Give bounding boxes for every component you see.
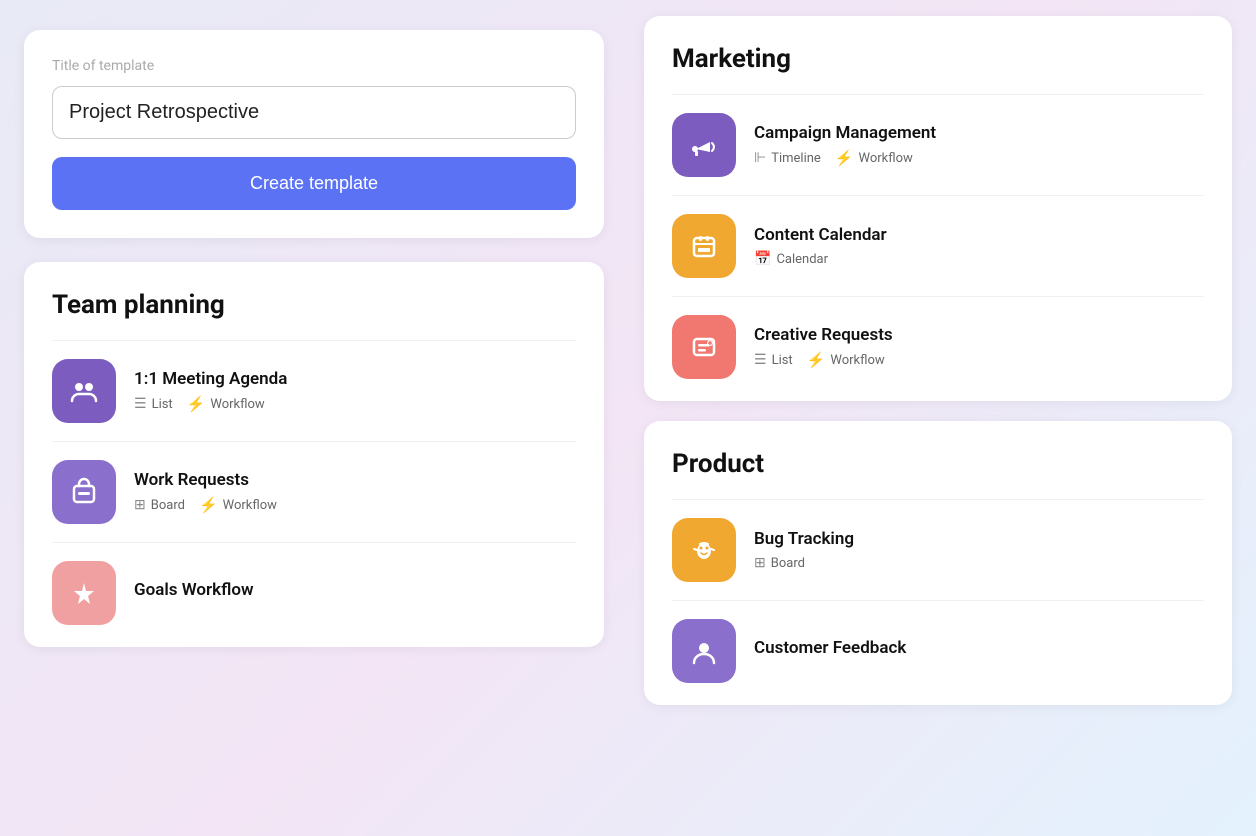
list-item[interactable]: Creative Requests ☰ List ⚡ Workflow	[672, 296, 1204, 401]
list-tag: ☰ List	[134, 396, 173, 412]
right-panel: Marketing Campaign Management	[628, 0, 1256, 836]
bug-tracking-tags: ⊞ Board	[754, 555, 1204, 571]
lightning-icon: ⚡	[199, 496, 218, 514]
list-icon: ☰	[134, 396, 147, 412]
work-requests-icon	[52, 460, 116, 524]
bug-tracking-name: Bug Tracking	[754, 529, 1204, 549]
left-panel: Title of template Create template Team p…	[0, 0, 628, 836]
work-requests-tags: ⊞ Board ⚡ Workflow	[134, 496, 576, 514]
campaign-mgmt-name: Campaign Management	[754, 123, 1204, 143]
meeting-agenda-icon	[52, 359, 116, 423]
list-item[interactable]: Work Requests ⊞ Board ⚡ Workflow	[52, 441, 576, 542]
campaign-mgmt-tags: ⊩ Timeline ⚡ Workflow	[754, 149, 1204, 167]
marketing-title: Marketing	[672, 44, 1204, 74]
meeting-agenda-name: 1:1 Meeting Agenda	[134, 369, 576, 389]
product-card: Product	[644, 421, 1232, 705]
board-tag: ⊞ Board	[754, 555, 805, 571]
meeting-agenda-tags: ☰ List ⚡ Workflow	[134, 395, 576, 413]
marketing-card: Marketing Campaign Management	[644, 16, 1232, 401]
board-icon: ⊞	[134, 497, 146, 513]
list-item[interactable]: Customer Feedback	[672, 600, 1204, 705]
workflow-tag: ⚡ Workflow	[807, 351, 885, 369]
template-form-label: Title of template	[52, 58, 576, 74]
bug-tracking-info: Bug Tracking ⊞ Board	[754, 529, 1204, 571]
list-item[interactable]: Goals Workflow	[52, 542, 576, 647]
workflow-tag: ⚡ Workflow	[187, 395, 265, 413]
product-list: Bug Tracking ⊞ Board	[672, 499, 1204, 705]
customer-feedback-name: Customer Feedback	[754, 638, 1204, 658]
timeline-tag: ⊩ Timeline	[754, 150, 821, 166]
team-planning-title: Team planning	[52, 290, 576, 320]
marketing-list: Campaign Management ⊩ Timeline ⚡ Workflo…	[672, 94, 1204, 401]
work-requests-info: Work Requests ⊞ Board ⚡ Workflow	[134, 470, 576, 514]
creative-requests-icon	[672, 315, 736, 379]
workflow-tag: ⚡ Workflow	[835, 149, 913, 167]
bug-tracking-icon	[672, 518, 736, 582]
list-tag: ☰ List	[754, 352, 793, 368]
create-template-button[interactable]: Create template	[52, 157, 576, 210]
creative-requests-info: Creative Requests ☰ List ⚡ Workflow	[754, 325, 1204, 369]
team-planning-list: 1:1 Meeting Agenda ☰ List ⚡ Workflow	[52, 340, 576, 647]
template-title-input[interactable]	[52, 86, 576, 139]
timeline-icon: ⊩	[754, 150, 766, 166]
list-item[interactable]: 1:1 Meeting Agenda ☰ List ⚡ Workflow	[52, 340, 576, 441]
creative-requests-tags: ☰ List ⚡ Workflow	[754, 351, 1204, 369]
goals-workflow-name: Goals Workflow	[134, 580, 576, 600]
list-item[interactable]: Bug Tracking ⊞ Board	[672, 499, 1204, 600]
lightning-icon: ⚡	[187, 395, 206, 413]
creative-requests-name: Creative Requests	[754, 325, 1204, 345]
customer-feedback-icon	[672, 619, 736, 683]
template-form-card: Title of template Create template	[24, 30, 604, 238]
calendar-tag: 📅 Calendar	[754, 251, 828, 267]
board-tag: ⊞ Board	[134, 497, 185, 513]
list-item[interactable]: Content Calendar 📅 Calendar	[672, 195, 1204, 296]
goals-workflow-info: Goals Workflow	[134, 580, 576, 606]
calendar-icon: 📅	[754, 251, 771, 267]
content-calendar-info: Content Calendar 📅 Calendar	[754, 225, 1204, 267]
customer-feedback-info: Customer Feedback	[754, 638, 1204, 664]
content-calendar-icon	[672, 214, 736, 278]
meeting-agenda-info: 1:1 Meeting Agenda ☰ List ⚡ Workflow	[134, 369, 576, 413]
lightning-icon: ⚡	[807, 351, 826, 369]
campaign-mgmt-info: Campaign Management ⊩ Timeline ⚡ Workflo…	[754, 123, 1204, 167]
work-requests-name: Work Requests	[134, 470, 576, 490]
list-item[interactable]: Campaign Management ⊩ Timeline ⚡ Workflo…	[672, 94, 1204, 195]
team-planning-card: Team planning 1:1 Meeting Agenda	[24, 262, 604, 647]
goals-workflow-icon	[52, 561, 116, 625]
board-icon: ⊞	[754, 555, 766, 571]
list-icon: ☰	[754, 352, 767, 368]
content-calendar-name: Content Calendar	[754, 225, 1204, 245]
content-calendar-tags: 📅 Calendar	[754, 251, 1204, 267]
product-title: Product	[672, 449, 1204, 479]
lightning-icon: ⚡	[835, 149, 854, 167]
workflow-tag: ⚡ Workflow	[199, 496, 277, 514]
campaign-mgmt-icon	[672, 113, 736, 177]
